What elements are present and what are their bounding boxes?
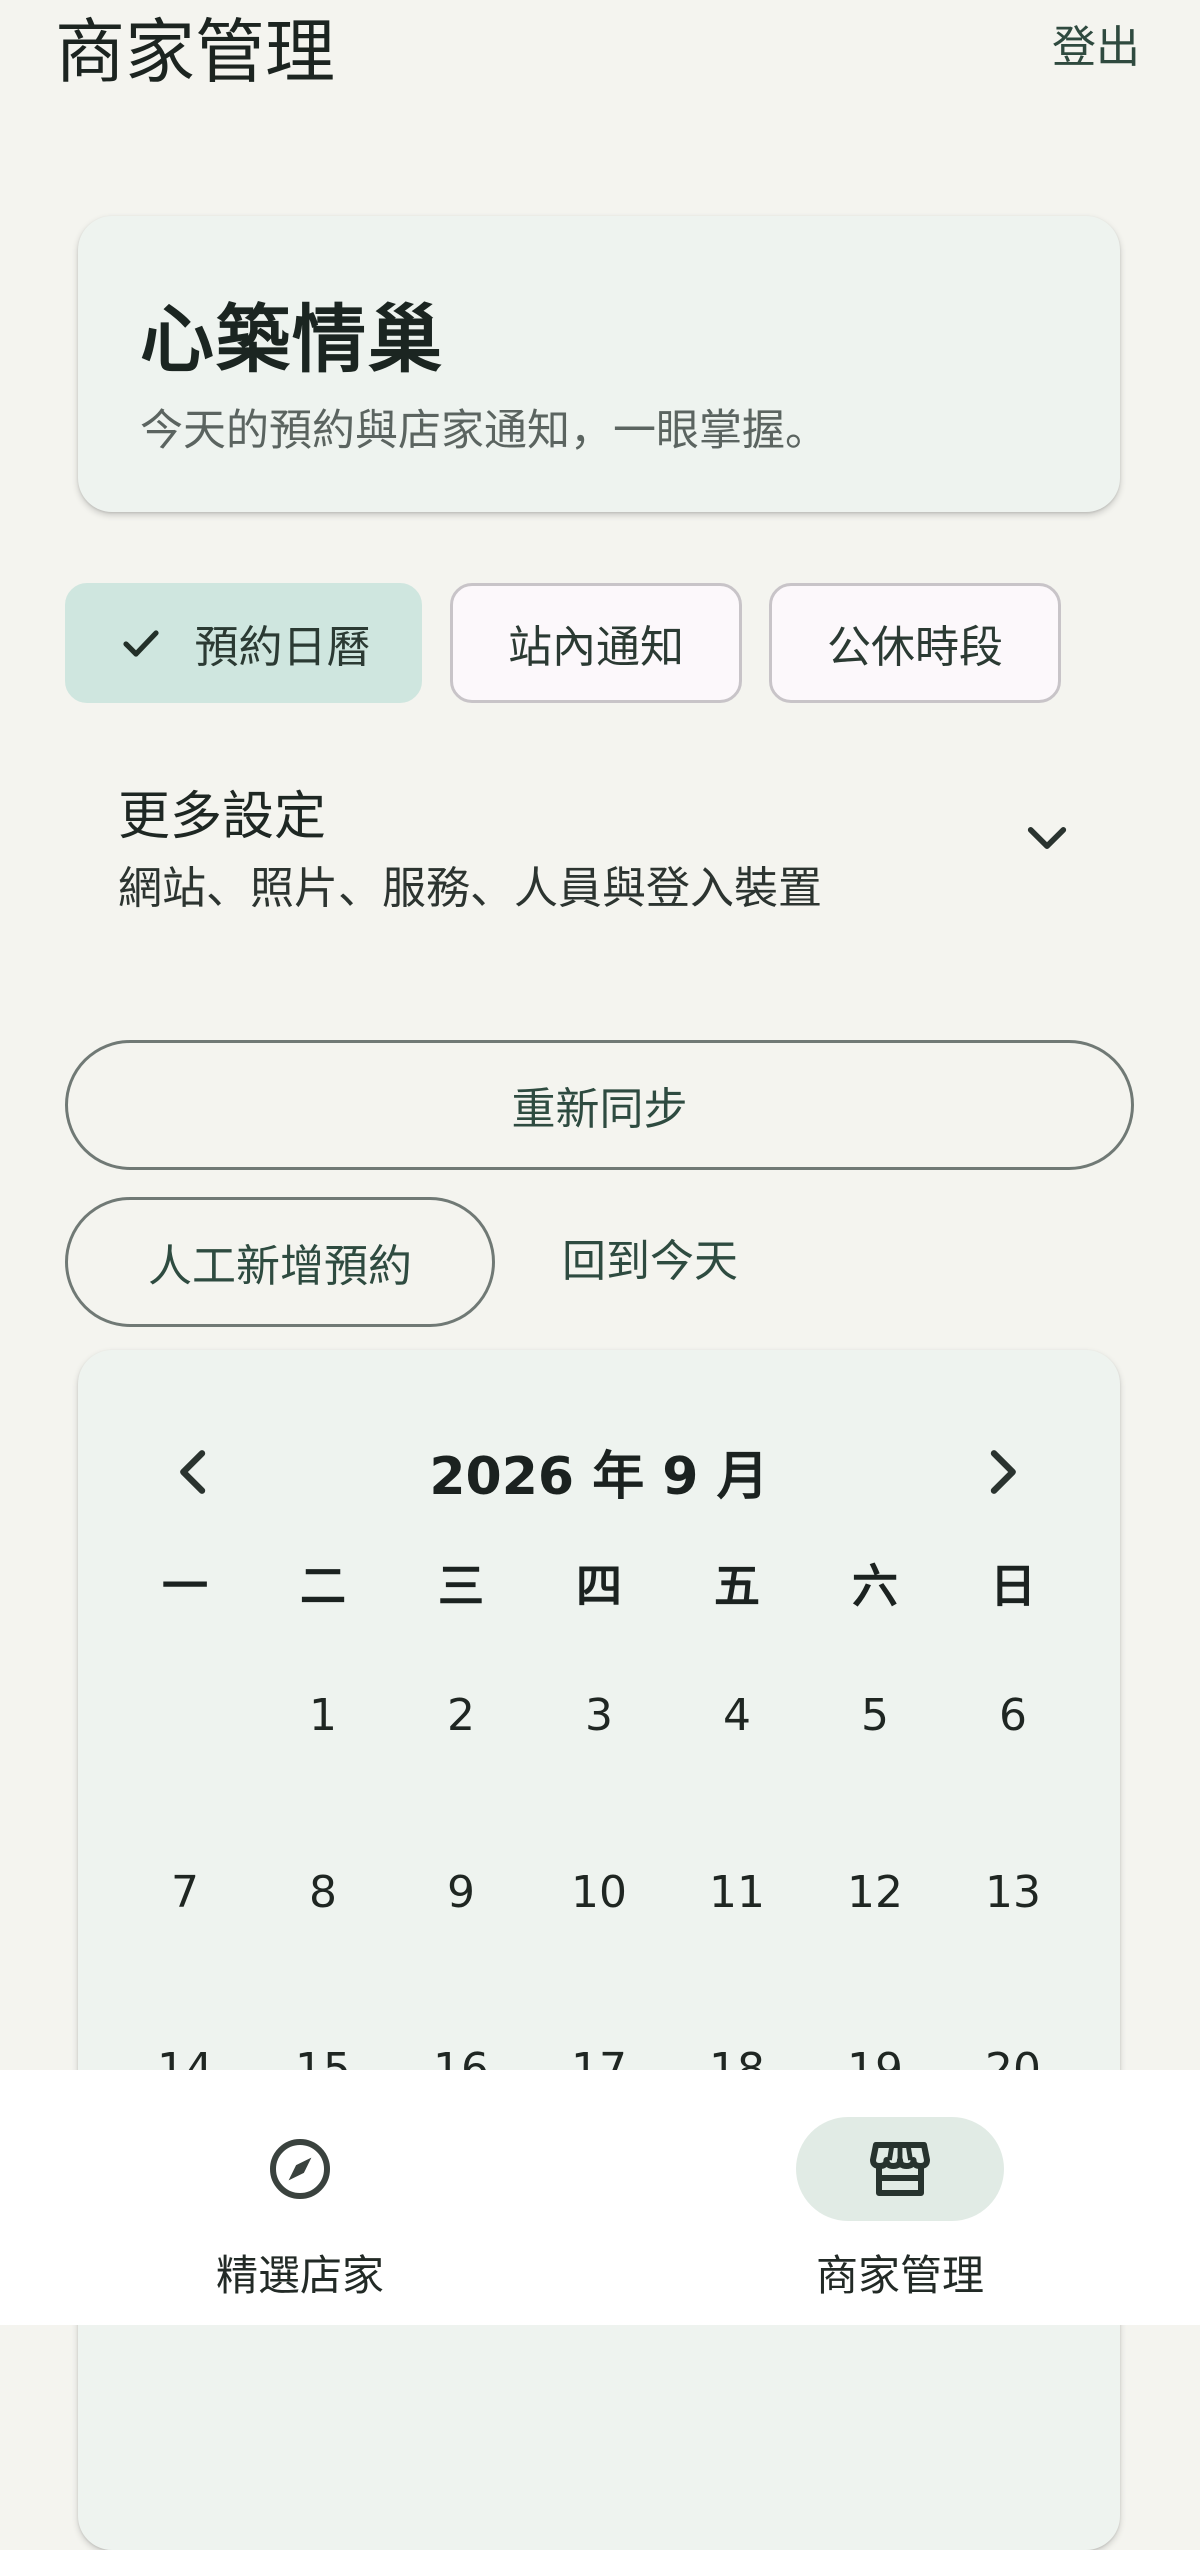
compass-icon bbox=[270, 2139, 330, 2199]
nav-item-merchant-management[interactable]: 商家管理 bbox=[600, 2070, 1200, 2325]
tab-booking-calendar[interactable]: 預約日曆 bbox=[65, 583, 422, 703]
weekday-label: 三 bbox=[438, 1559, 484, 1613]
resync-label: 重新同步 bbox=[511, 1084, 688, 1135]
more-settings-expander[interactable]: 更多設定 網站、照片、服務、人員與登入裝置 bbox=[65, 760, 1135, 930]
tab-label: 站內通知 bbox=[508, 622, 684, 673]
calendar-day[interactable]: 10 bbox=[530, 1867, 668, 1918]
manual-add-label: 人工新增預約 bbox=[148, 1241, 412, 1292]
calendar-day[interactable]: 6 bbox=[944, 1690, 1082, 1741]
calendar-day[interactable]: 4 bbox=[668, 1690, 806, 1741]
storefront-icon bbox=[870, 2142, 930, 2196]
calendar-day-empty bbox=[116, 1690, 254, 1741]
tab-closed-hours[interactable]: 公休時段 bbox=[769, 583, 1061, 703]
calendar-day[interactable]: 8 bbox=[254, 1867, 392, 1918]
calendar-day[interactable]: 13 bbox=[944, 1867, 1082, 1918]
weekday-label: 日 bbox=[990, 1559, 1036, 1613]
weekday-header: 一 二 三 四 五 六 日 bbox=[116, 1550, 1082, 1616]
nav-label: 精選店家 bbox=[215, 2251, 384, 2300]
shop-subtitle: 今天的預約與店家通知，一眼掌握。 bbox=[140, 406, 828, 456]
check-icon bbox=[122, 630, 159, 657]
chevron-down-icon bbox=[1027, 827, 1067, 849]
more-settings-subtitle: 網站、照片、服務、人員與登入裝置 bbox=[118, 863, 822, 914]
calendar-day[interactable]: 1 bbox=[254, 1690, 392, 1741]
calendar-day[interactable]: 12 bbox=[806, 1867, 944, 1918]
tab-notifications[interactable]: 站內通知 bbox=[450, 583, 742, 703]
weekday-label: 四 bbox=[576, 1559, 622, 1613]
booking-calendar: 2026 年 9 月 一 二 三 四 五 六 日 1 2 3 4 5 6 7 8… bbox=[78, 1350, 1120, 2550]
tab-label: 預約日曆 bbox=[194, 622, 371, 673]
page-title: 商家管理 bbox=[55, 11, 335, 93]
weekday-label: 五 bbox=[714, 1559, 760, 1613]
chevron-right-icon[interactable] bbox=[970, 1440, 1034, 1504]
more-settings-title: 更多設定 bbox=[118, 787, 327, 847]
calendar-month-label: 2026 年 9 月 bbox=[429, 1447, 769, 1507]
nav-label: 商家管理 bbox=[815, 2251, 984, 2300]
logout-button[interactable]: 登出 bbox=[1052, 16, 1140, 80]
resync-button[interactable]: 重新同步 bbox=[65, 1040, 1134, 1170]
shop-name: 心築情巢 bbox=[140, 297, 444, 383]
calendar-day[interactable]: 7 bbox=[116, 1867, 254, 1918]
calendar-day[interactable]: 5 bbox=[806, 1690, 944, 1741]
nav-item-featured-shops[interactable]: 精選店家 bbox=[0, 2070, 600, 2325]
calendar-day[interactable]: 3 bbox=[530, 1690, 668, 1741]
calendar-day[interactable]: 9 bbox=[392, 1867, 530, 1918]
manual-add-booking-button[interactable]: 人工新增預約 bbox=[65, 1197, 495, 1327]
calendar-day[interactable]: 11 bbox=[668, 1867, 806, 1918]
back-to-today-button[interactable]: 回到今天 bbox=[530, 1197, 770, 1327]
bottom-navigation: 精選店家 商家管理 bbox=[0, 2070, 1200, 2325]
calendar-week: 7 8 9 10 11 12 13 bbox=[116, 1867, 1082, 1918]
weekday-label: 一 bbox=[162, 1559, 208, 1613]
shop-summary-card: 心築情巢 今天的預約與店家通知，一眼掌握。 bbox=[78, 216, 1120, 512]
weekday-label: 六 bbox=[852, 1559, 898, 1613]
calendar-day[interactable]: 2 bbox=[392, 1690, 530, 1741]
calendar-week: 1 2 3 4 5 6 bbox=[116, 1690, 1082, 1741]
weekday-label: 二 bbox=[300, 1559, 346, 1613]
tab-label: 公休時段 bbox=[827, 622, 1003, 673]
